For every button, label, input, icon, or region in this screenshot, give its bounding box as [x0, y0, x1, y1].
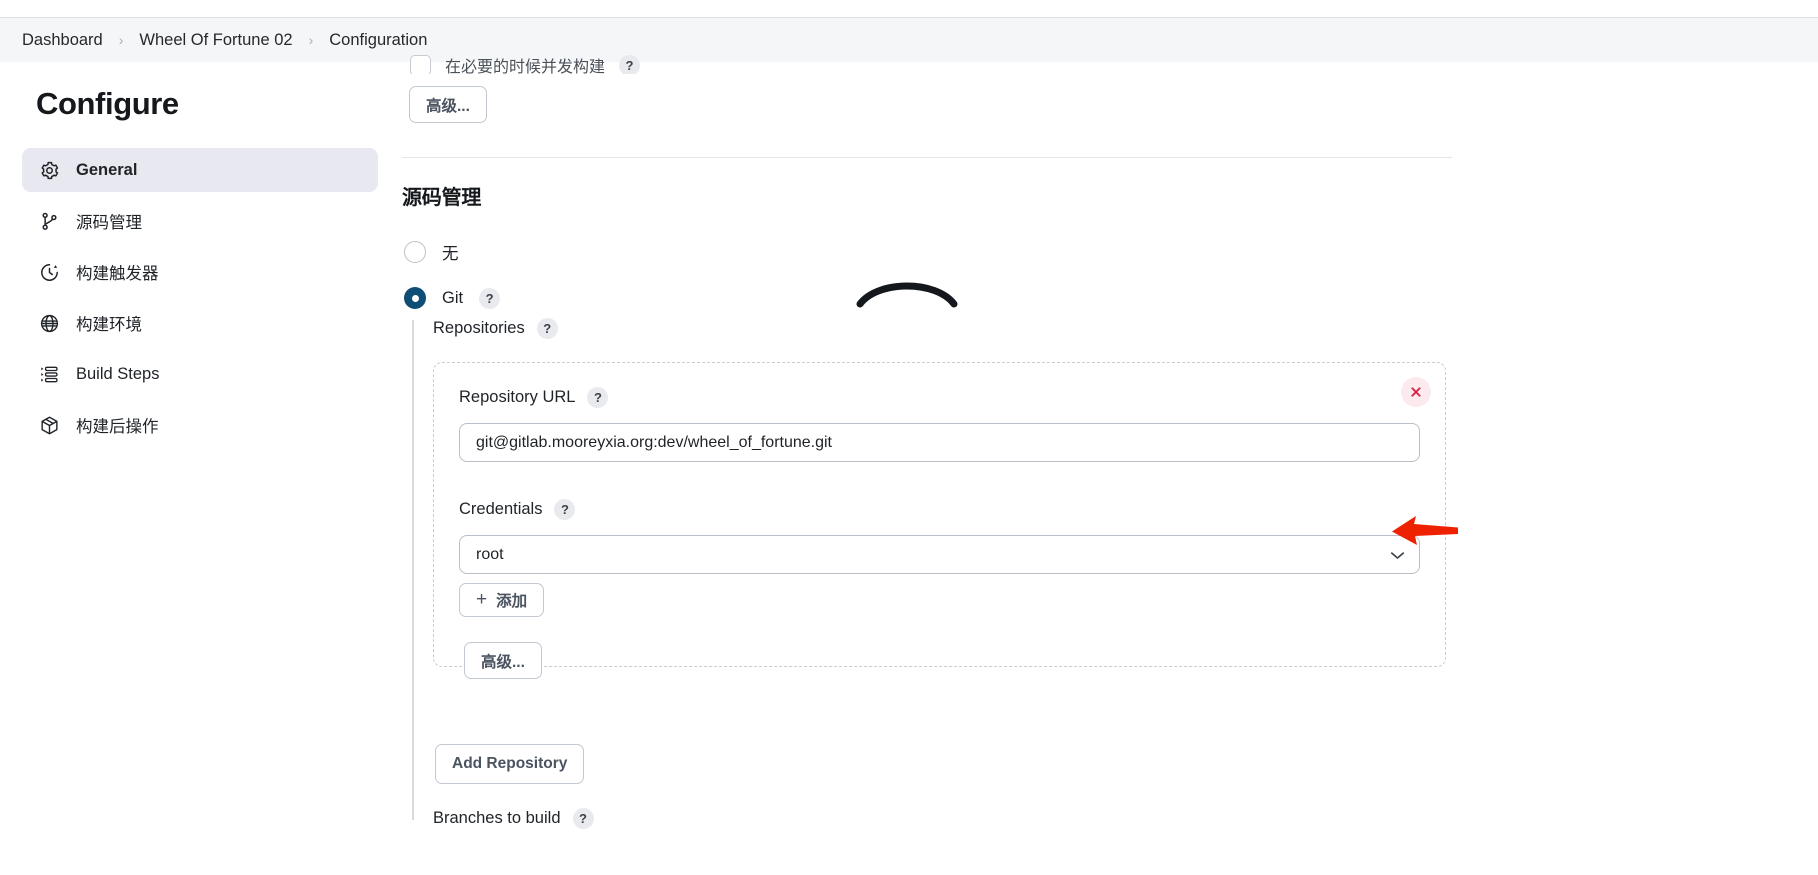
- radio-none[interactable]: [404, 241, 426, 263]
- remove-repository-button[interactable]: [1401, 377, 1431, 407]
- branches-to-build-label: Branches to build: [433, 808, 561, 827]
- sidebar-item-scm[interactable]: 源码管理: [22, 199, 378, 243]
- sidebar-item-general[interactable]: General: [22, 148, 378, 192]
- package-icon: [38, 414, 60, 436]
- page-title: Configure: [36, 86, 179, 121]
- branch-icon: [38, 210, 60, 232]
- repositories-label: Repositories: [433, 319, 525, 337]
- scm-section-title: 源码管理: [402, 187, 482, 209]
- scm-option-none[interactable]: 无: [404, 240, 459, 264]
- radio-git[interactable]: [404, 287, 426, 309]
- sidebar-item-build-steps[interactable]: Build Steps: [22, 352, 378, 396]
- close-icon: [1408, 384, 1424, 400]
- sidebar-nav: General 源码管理 构建触发器 构建环境 Build Steps 构建后操…: [0, 148, 400, 447]
- add-credentials-label: 添加: [496, 593, 528, 610]
- page-body: Configure General 源码管理 构建触发器 构建环境 Build …: [0, 54, 1818, 875]
- sidebar-item-label: 构建触发器: [76, 265, 159, 283]
- concurrent-build-row-clipped: 在必要的时候并发构建 ?: [400, 52, 1620, 74]
- scm-option-none-label: 无: [442, 245, 459, 263]
- repositories-field: Repositories ?: [433, 318, 558, 339]
- concurrent-build-checkbox-row[interactable]: 在必要的时候并发构建 ?: [410, 52, 1620, 74]
- breadcrumb-item-job[interactable]: Wheel Of Fortune 02: [135, 29, 296, 52]
- sidebar-item-label: 构建后操作: [76, 418, 159, 436]
- general-advanced-button[interactable]: 高级...: [409, 86, 487, 123]
- clock-icon: [38, 261, 60, 283]
- list-steps-icon: [38, 363, 60, 385]
- credentials-dropdown-value[interactable]: root: [459, 535, 1420, 574]
- sidebar-item-label: 构建环境: [76, 316, 142, 334]
- repository-advanced-button[interactable]: 高级...: [464, 642, 542, 679]
- sidebar-item-label: Build Steps: [76, 364, 160, 383]
- help-icon[interactable]: ?: [554, 499, 576, 520]
- repository-url-field-label: Repository URL ?: [459, 387, 609, 408]
- sidebar-item-build-environment[interactable]: 构建环境: [22, 301, 378, 345]
- breadcrumb-separator: ›: [118, 32, 124, 48]
- browser-chrome-ghost-text: [0, 0, 1818, 6]
- help-icon[interactable]: ?: [572, 807, 594, 829]
- sidebar-item-label: General: [76, 160, 138, 179]
- sidebar-item-label: 源码管理: [76, 214, 142, 232]
- section-divider: [402, 157, 1452, 158]
- add-repository-button[interactable]: Add Repository: [435, 744, 585, 784]
- help-icon[interactable]: ?: [479, 287, 501, 309]
- credentials-field-label: Credentials ?: [459, 499, 576, 520]
- concurrent-build-checkbox[interactable]: [410, 54, 431, 74]
- sidebar: Configure General 源码管理 构建触发器 构建环境 Build …: [0, 62, 400, 875]
- credentials-dropdown[interactable]: root: [459, 535, 1420, 574]
- sidebar-item-post-build-actions[interactable]: 构建后操作: [22, 403, 378, 447]
- repository-url-label: Repository URL: [459, 388, 576, 406]
- browser-chrome-strip: [0, 0, 1818, 18]
- help-icon[interactable]: ?: [536, 318, 558, 339]
- repository-url-input[interactable]: [459, 423, 1420, 462]
- repository-card: Repository URL ? Credentials ? root + 添加: [433, 362, 1446, 679]
- annotation-arc: [852, 278, 962, 313]
- help-icon[interactable]: ?: [619, 54, 641, 74]
- gear-icon: [38, 159, 60, 181]
- credentials-label: Credentials: [459, 500, 543, 518]
- help-icon[interactable]: ?: [587, 387, 609, 408]
- breadcrumb-item-configuration[interactable]: Configuration: [325, 29, 431, 52]
- breadcrumb-item-dashboard[interactable]: Dashboard: [18, 29, 107, 52]
- add-credentials-button[interactable]: + 添加: [459, 583, 545, 617]
- plus-icon: +: [476, 589, 488, 610]
- git-indent-guide: [412, 320, 414, 820]
- scm-option-git-label: Git: [442, 288, 464, 307]
- sidebar-item-build-triggers[interactable]: 构建触发器: [22, 250, 378, 294]
- globe-icon: [38, 312, 60, 334]
- main-content: 在必要的时候并发构建 ? 高级... 源码管理 无 Git ? Reposito…: [400, 54, 1818, 875]
- concurrent-build-label: 在必要的时候并发构建: [445, 59, 606, 74]
- breadcrumb-separator: ›: [308, 32, 314, 48]
- scm-option-git[interactable]: Git ?: [404, 287, 501, 309]
- branches-to-build-field: Branches to build ?: [433, 807, 833, 829]
